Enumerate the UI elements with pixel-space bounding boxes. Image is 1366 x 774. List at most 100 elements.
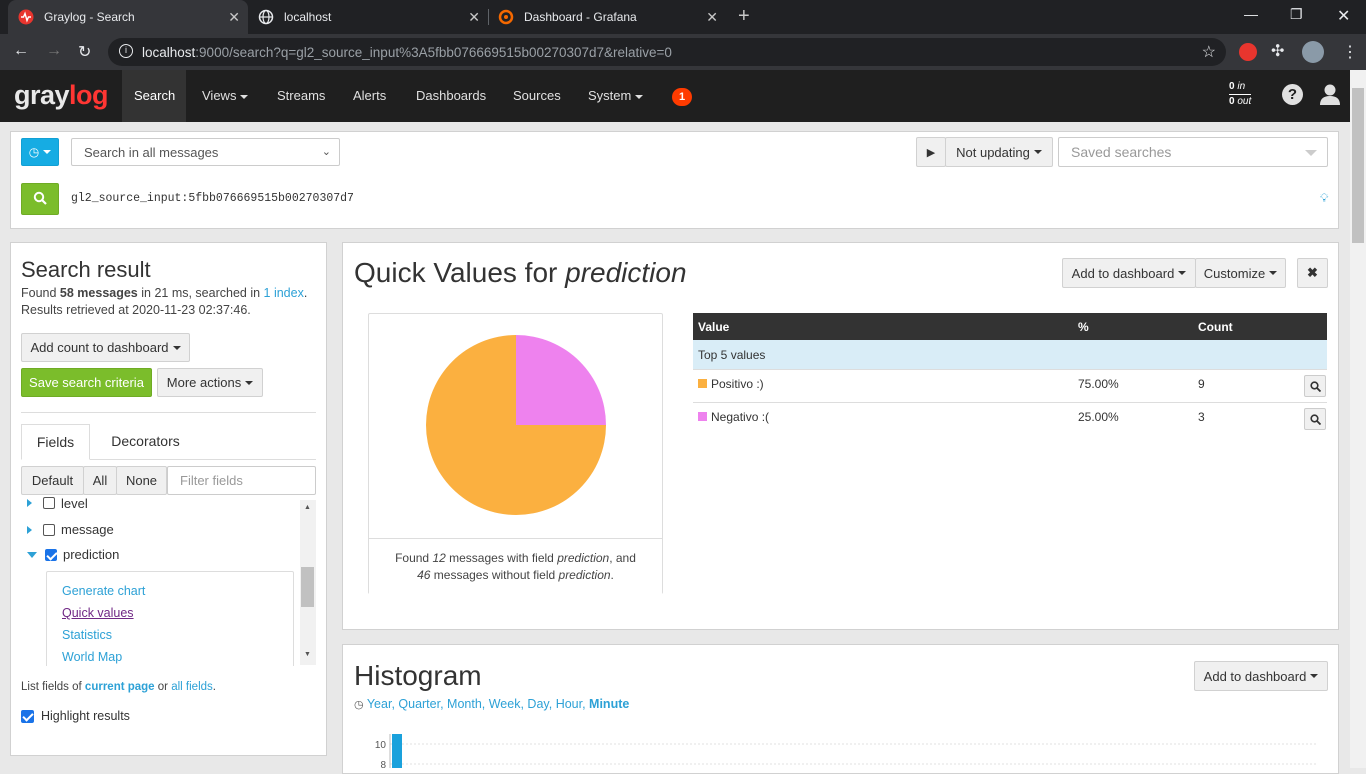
nav-sources[interactable]: Sources xyxy=(501,70,573,122)
zoom-in-button[interactable] xyxy=(1304,375,1326,397)
filter-fields-input[interactable]: Filter fields xyxy=(167,466,316,495)
caret-down-icon xyxy=(245,380,254,385)
nav-label: Streams xyxy=(277,88,326,103)
resolution-minute[interactable]: Minute xyxy=(589,697,629,711)
url-host: localhost xyxy=(142,44,196,60)
pie-slice-negativo[interactable] xyxy=(516,335,606,425)
notification-badge[interactable]: 1 xyxy=(672,88,692,106)
field-checkbox[interactable] xyxy=(43,523,55,536)
add-count-to-dashboard-button[interactable]: Add count to dashboard xyxy=(21,333,190,362)
table-row: Positivo :) 75.00% 9 xyxy=(693,369,1327,402)
reload-icon[interactable]: ↻ xyxy=(78,42,91,62)
filter-placeholder: Filter fields xyxy=(180,473,243,488)
nav-alerts[interactable]: Alerts xyxy=(341,70,398,122)
highlight-results-toggle[interactable]: Highlight results xyxy=(21,709,130,723)
url-path: :9000/search?q=gl2_source_input%3A5fbb07… xyxy=(195,44,672,60)
filter-none-button[interactable]: None xyxy=(116,466,167,495)
field-row-level[interactable]: level xyxy=(27,496,88,510)
extension-stop-icon[interactable] xyxy=(1239,43,1257,61)
current-page-link[interactable]: current page xyxy=(85,681,155,693)
maximize-icon[interactable]: ❐ xyxy=(1290,6,1303,23)
minimize-icon[interactable]: — xyxy=(1244,6,1258,22)
footer-text: Found xyxy=(395,551,433,565)
menu-icon[interactable]: ⋮ xyxy=(1342,42,1358,62)
hint-text: List fields of xyxy=(21,681,85,693)
throughput-in-value: 0 xyxy=(1229,81,1235,92)
scroll-up-icon[interactable]: ▲ xyxy=(304,504,311,511)
user-icon[interactable] xyxy=(1320,83,1340,110)
field-row-message[interactable]: message xyxy=(27,522,114,537)
resolution-day[interactable]: Day xyxy=(527,697,548,711)
scroll-down-icon[interactable]: ▼ xyxy=(304,651,311,658)
browser-tab-graylog[interactable]: Graylog - Search ✕ xyxy=(8,0,248,34)
all-fields-link[interactable]: all fields xyxy=(171,681,213,693)
resolution-month[interactable]: Month xyxy=(447,697,482,711)
bookmark-star-icon[interactable]: ☆ xyxy=(1202,42,1216,62)
index-link[interactable]: 1 index xyxy=(264,286,304,300)
resolution-year[interactable]: Year xyxy=(367,697,392,711)
field-checkbox[interactable] xyxy=(43,497,55,509)
generate-chart-link[interactable]: Generate chart xyxy=(62,580,293,602)
highlight-checkbox[interactable] xyxy=(21,709,34,723)
nav-search[interactable]: Search xyxy=(122,70,186,122)
url-bar[interactable]: i localhost:9000/search?q=gl2_source_inp… xyxy=(108,38,1226,66)
resolution-week[interactable]: Week xyxy=(489,697,521,711)
throughput-counter[interactable]: 0 in 0 out xyxy=(1229,80,1252,109)
refresh-interval-dropdown[interactable]: Not updating xyxy=(945,137,1053,167)
help-icon[interactable]: ? xyxy=(1282,84,1303,105)
tab-fields[interactable]: Fields xyxy=(21,424,90,460)
saved-searches-select[interactable]: Saved searches xyxy=(1058,137,1328,167)
histogram-bar[interactable] xyxy=(392,734,402,768)
nav-streams[interactable]: Streams xyxy=(265,70,337,122)
browser-tab-grafana[interactable]: Dashboard - Grafana ✕ xyxy=(488,0,726,34)
back-icon[interactable]: ← xyxy=(13,42,29,60)
field-row-prediction[interactable]: prediction xyxy=(27,547,119,562)
hint-text: . xyxy=(212,681,216,693)
field-name: message xyxy=(61,522,114,537)
lightbulb-icon[interactable]: 💡︎ xyxy=(1320,191,1328,206)
browser-tab-localhost[interactable]: localhost ✕ xyxy=(248,0,488,34)
save-search-criteria-button[interactable]: Save search criteria xyxy=(21,368,152,397)
pie-chart xyxy=(426,335,606,515)
more-actions-button[interactable]: More actions xyxy=(157,368,263,397)
zoom-in-button[interactable] xyxy=(1304,408,1326,430)
chevron-down-icon xyxy=(27,551,37,558)
quick-values-link[interactable]: Quick values xyxy=(62,602,293,624)
close-widget-button[interactable]: ✖ xyxy=(1297,258,1328,288)
resolution-quarter[interactable]: Quarter xyxy=(398,697,440,711)
filter-all-button[interactable]: All xyxy=(83,466,117,495)
browser-toolbar: ← → ↻ i localhost:9000/search?q=gl2_sour… xyxy=(0,34,1366,70)
extensions-icon[interactable]: ✣ xyxy=(1271,41,1284,61)
new-tab-icon[interactable]: + xyxy=(738,5,750,28)
close-icon[interactable]: ✕ xyxy=(706,9,718,26)
forward-icon[interactable]: → xyxy=(46,42,62,60)
search-icon xyxy=(33,191,47,208)
close-window-icon[interactable]: ✕ xyxy=(1337,6,1350,26)
field-list-scrollbar[interactable]: ▲ ▼ xyxy=(300,500,316,665)
close-icon[interactable]: ✕ xyxy=(468,9,480,26)
search-button[interactable] xyxy=(21,183,59,215)
info-icon[interactable]: i xyxy=(119,44,133,58)
field-checkbox[interactable] xyxy=(45,548,57,561)
time-range-type-button[interactable]: ◷ xyxy=(21,138,59,166)
statistics-link[interactable]: Statistics xyxy=(62,624,293,646)
play-button[interactable]: ▶ xyxy=(916,137,946,167)
page-scrollbar-thumb[interactable] xyxy=(1352,88,1364,243)
time-range-select[interactable]: Search in all messages ⌄ xyxy=(71,138,340,166)
search-query-input[interactable]: gl2_source_input:5fbb076669515b00270307d… xyxy=(71,192,354,205)
nav-system[interactable]: System xyxy=(576,70,655,122)
field-list-scrollbar-thumb[interactable] xyxy=(301,567,314,607)
close-icon[interactable]: ✕ xyxy=(228,9,240,26)
nav-label: Alerts xyxy=(353,88,387,103)
world-map-link[interactable]: World Map xyxy=(62,646,293,666)
nav-views[interactable]: Views xyxy=(190,70,260,122)
tab-decorators[interactable]: Decorators xyxy=(92,424,199,460)
histogram-add-to-dashboard-button[interactable]: Add to dashboard xyxy=(1194,661,1328,691)
resolution-hour[interactable]: Hour xyxy=(556,697,582,711)
profile-avatar[interactable] xyxy=(1302,41,1324,63)
nav-dashboards[interactable]: Dashboards xyxy=(404,70,498,122)
graylog-logo[interactable]: graylog xyxy=(14,80,109,111)
add-to-dashboard-button[interactable]: Add to dashboard xyxy=(1062,258,1196,288)
customize-button[interactable]: Customize xyxy=(1195,258,1286,288)
filter-default-button[interactable]: Default xyxy=(21,466,84,495)
